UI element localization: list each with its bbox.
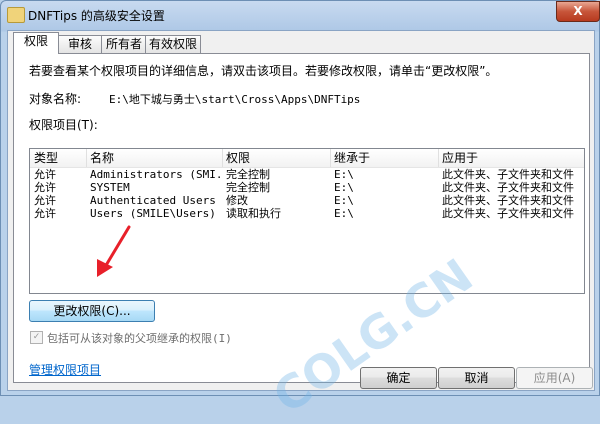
entry-type: 允许 [34, 181, 56, 194]
column-header-applies-to[interactable]: 应用于 [438, 149, 584, 167]
entry-inherited-from: E:\ [334, 168, 354, 181]
watermark-logo: COLG.CN [263, 248, 483, 424]
column-header-permission[interactable]: 权限 [222, 149, 331, 167]
apply-button[interactable]: 应用(A) [516, 367, 593, 389]
window-title: DNFTips 的高级安全设置 [28, 9, 165, 23]
inherit-checkbox[interactable]: ✓ [30, 331, 43, 344]
permissions-panel: 若要查看某个权限项目的详细信息，请双击该项目。若要修改权限，请单击“更改权限”。… [13, 53, 590, 424]
entry-type: 允许 [34, 194, 56, 207]
entry-permission: 读取和执行 [226, 207, 281, 220]
permission-entries-label: 权限项目(T): [29, 118, 98, 132]
entry-inherited-from: E:\ [334, 207, 354, 220]
list-header: 类型 名称 权限 继承于 应用于 [30, 149, 584, 168]
entry-type: 允许 [34, 207, 56, 220]
close-button[interactable]: X [556, 1, 600, 22]
table-row[interactable]: 允许 Administrators (SMI... 完全控制 E:\ 此文件夹、… [30, 168, 584, 181]
column-header-name[interactable]: 名称 [86, 149, 223, 167]
entry-applies-to: 此文件夹、子文件夹和文件 [442, 181, 574, 194]
intro-text: 若要查看某个权限项目的详细信息，请双击该项目。若要修改权限，请单击“更改权限”。 [29, 64, 498, 78]
entry-name: Authenticated Users [90, 194, 216, 207]
tab-effective-permissions[interactable]: 有效权限 [145, 35, 201, 53]
entry-name: SYSTEM [90, 181, 130, 194]
entry-applies-to: 此文件夹、子文件夹和文件 [442, 207, 574, 220]
table-row[interactable]: 允许 SYSTEM 完全控制 E:\ 此文件夹、子文件夹和文件 [30, 181, 584, 194]
dialog-body: 权限 审核 所有者 有效权限 若要查看某个权限项目的详细信息，请双击该项目。若要… [7, 30, 595, 424]
dialog-window: DNFTips 的高级安全设置 X 权限 审核 所有者 有效权限 若要查看某个权… [0, 0, 600, 424]
entry-name: Users (SMILE\Users) [90, 207, 216, 220]
column-header-inherited-from[interactable]: 继承于 [330, 149, 439, 167]
column-header-type[interactable]: 类型 [30, 149, 87, 167]
entry-type: 允许 [34, 168, 56, 181]
entry-permission: 完全控制 [226, 181, 270, 194]
entry-name: Administrators (SMI... [90, 168, 220, 181]
object-name-value: E:\地下城与勇士\start\Cross\Apps\DNFTips [109, 93, 361, 106]
cancel-button[interactable]: 取消 [438, 367, 515, 389]
table-row[interactable]: 允许 Users (SMILE\Users) 读取和执行 E:\ 此文件夹、子文… [30, 207, 584, 220]
entry-inherited-from: E:\ [334, 181, 354, 194]
manage-permissions-link[interactable]: 管理权限项目 [29, 361, 101, 378]
change-permissions-button[interactable]: 更改权限(C)... [29, 300, 155, 322]
tab-permissions[interactable]: 权限 [13, 32, 59, 54]
entry-applies-to: 此文件夹、子文件夹和文件 [442, 168, 574, 181]
inherit-checkbox-label: 包括可从该对象的父项继承的权限(I) [47, 332, 232, 345]
tab-owner[interactable]: 所有者 [101, 35, 147, 53]
entry-permission: 修改 [226, 194, 248, 207]
folder-icon [7, 7, 25, 23]
entry-inherited-from: E:\ [334, 194, 354, 207]
object-name-label: 对象名称: [29, 92, 82, 106]
entry-permission: 完全控制 [226, 168, 270, 181]
entry-applies-to: 此文件夹、子文件夹和文件 [442, 194, 574, 207]
title-bar[interactable]: DNFTips 的高级安全设置 X [1, 1, 600, 29]
table-row[interactable]: 允许 Authenticated Users 修改 E:\ 此文件夹、子文件夹和… [30, 194, 584, 207]
permission-entries-list[interactable]: 类型 名称 权限 继承于 应用于 允许 Administrators (SMI.… [29, 148, 585, 424]
tab-auditing[interactable]: 审核 [57, 35, 103, 53]
ok-button[interactable]: 确定 [360, 367, 437, 389]
